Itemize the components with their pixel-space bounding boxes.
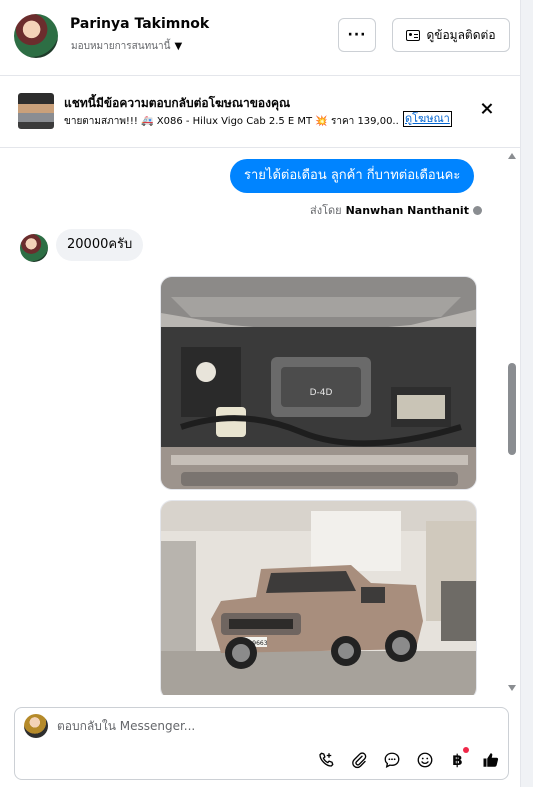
ad-banner-description: ขายตามสภาพ!!! 🚑 X086 - Hilux Vigo Cab 2.… xyxy=(64,116,399,127)
contact-avatar[interactable] xyxy=(14,14,58,58)
contact-avatar-small[interactable] xyxy=(20,234,48,262)
engine-image: D-4D xyxy=(161,277,476,489)
sent-by-label: ส่งโดย Nanwhan Nanthanit xyxy=(310,201,482,219)
ad-banner-title: แชทนี้มีข้อความตอบกลับต่อโฆษณาของคุณ xyxy=(64,96,291,110)
assign-label: มอบหมายการสนทนานี้ xyxy=(71,41,171,52)
view-contact-info-label: ดูข้อมูลติดต่อ xyxy=(426,27,496,42)
truck-image: ฆจ 9663 xyxy=(161,501,476,695)
message-thread[interactable]: รายได้ต่อเดือน ลูกค้า กี่บาทต่อเดือนคะ ส… xyxy=(0,149,520,695)
attachment-icon[interactable] xyxy=(349,750,368,769)
engine-photo[interactable]: D-4D xyxy=(160,276,477,490)
conversation-header: Parinya Takimnok มอบหมายการสนทนานี้ ▼ ··… xyxy=(0,0,520,76)
composer-toolbar: ฿ xyxy=(316,747,500,769)
more-options-button[interactable]: ··· xyxy=(338,18,376,52)
reply-input[interactable] xyxy=(57,716,477,736)
page-avatar xyxy=(24,714,48,738)
payment-icon[interactable]: ฿ xyxy=(448,747,469,769)
currency-symbol: ฿ xyxy=(452,750,463,769)
outgoing-message[interactable]: รายได้ต่อเดือน ลูกค้า กี่บาทต่อเดือนคะ xyxy=(230,159,475,193)
contact-name[interactable]: Parinya Takimnok xyxy=(70,16,209,32)
thread-scrollbar[interactable] xyxy=(504,149,520,695)
sent-by-prefix: ส่งโดย xyxy=(310,204,342,217)
saved-replies-icon[interactable] xyxy=(382,750,401,769)
caret-down-icon: ▼ xyxy=(174,41,183,52)
composer-box: ฿ xyxy=(14,707,509,780)
view-ad-link[interactable]: ดูโฆษณา xyxy=(403,111,452,127)
info-icon[interactable] xyxy=(472,205,482,215)
scrollbar-thumb[interactable] xyxy=(508,363,516,455)
scroll-up-icon[interactable] xyxy=(508,153,516,159)
assign-conversation-dropdown[interactable]: มอบหมายการสนทนานี้ ▼ xyxy=(71,39,182,54)
incoming-message[interactable]: 20000ครับ xyxy=(56,229,144,261)
sender-name: Nanwhan Nanthanit xyxy=(345,203,469,217)
scroll-down-icon[interactable] xyxy=(508,685,516,691)
composer-area: ฿ xyxy=(0,695,520,787)
close-icon[interactable] xyxy=(478,100,496,118)
view-contact-info-button[interactable]: ดูข้อมูลติดต่อ xyxy=(392,18,510,52)
call-icon[interactable] xyxy=(316,750,335,769)
emoji-icon[interactable] xyxy=(415,750,434,769)
thumbs-up-icon[interactable] xyxy=(481,750,500,769)
side-panel-edge xyxy=(520,0,533,787)
pickup-truck-photo[interactable]: ฆจ 9663 xyxy=(160,500,477,695)
engine-badge-text: D-4D xyxy=(310,388,333,398)
contact-card-icon xyxy=(406,29,421,41)
ad-reply-banner: แชทนี้มีข้อความตอบกลับต่อโฆษณาของคุณ ขาย… xyxy=(0,77,520,148)
notification-dot xyxy=(463,747,469,753)
ad-thumbnail xyxy=(18,93,54,129)
